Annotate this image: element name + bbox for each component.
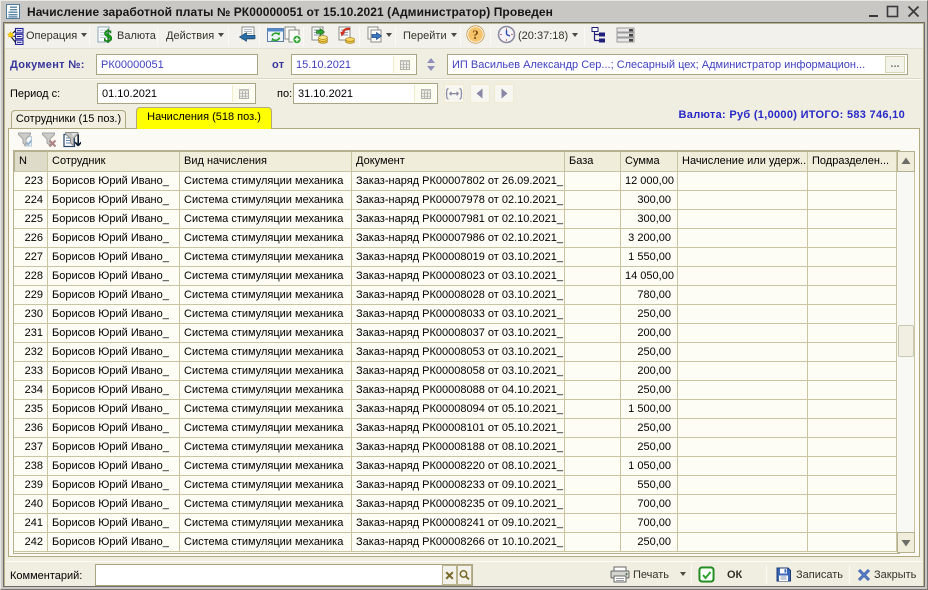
svg-text:?: ? bbox=[472, 27, 479, 42]
svg-text:$: $ bbox=[104, 27, 113, 45]
